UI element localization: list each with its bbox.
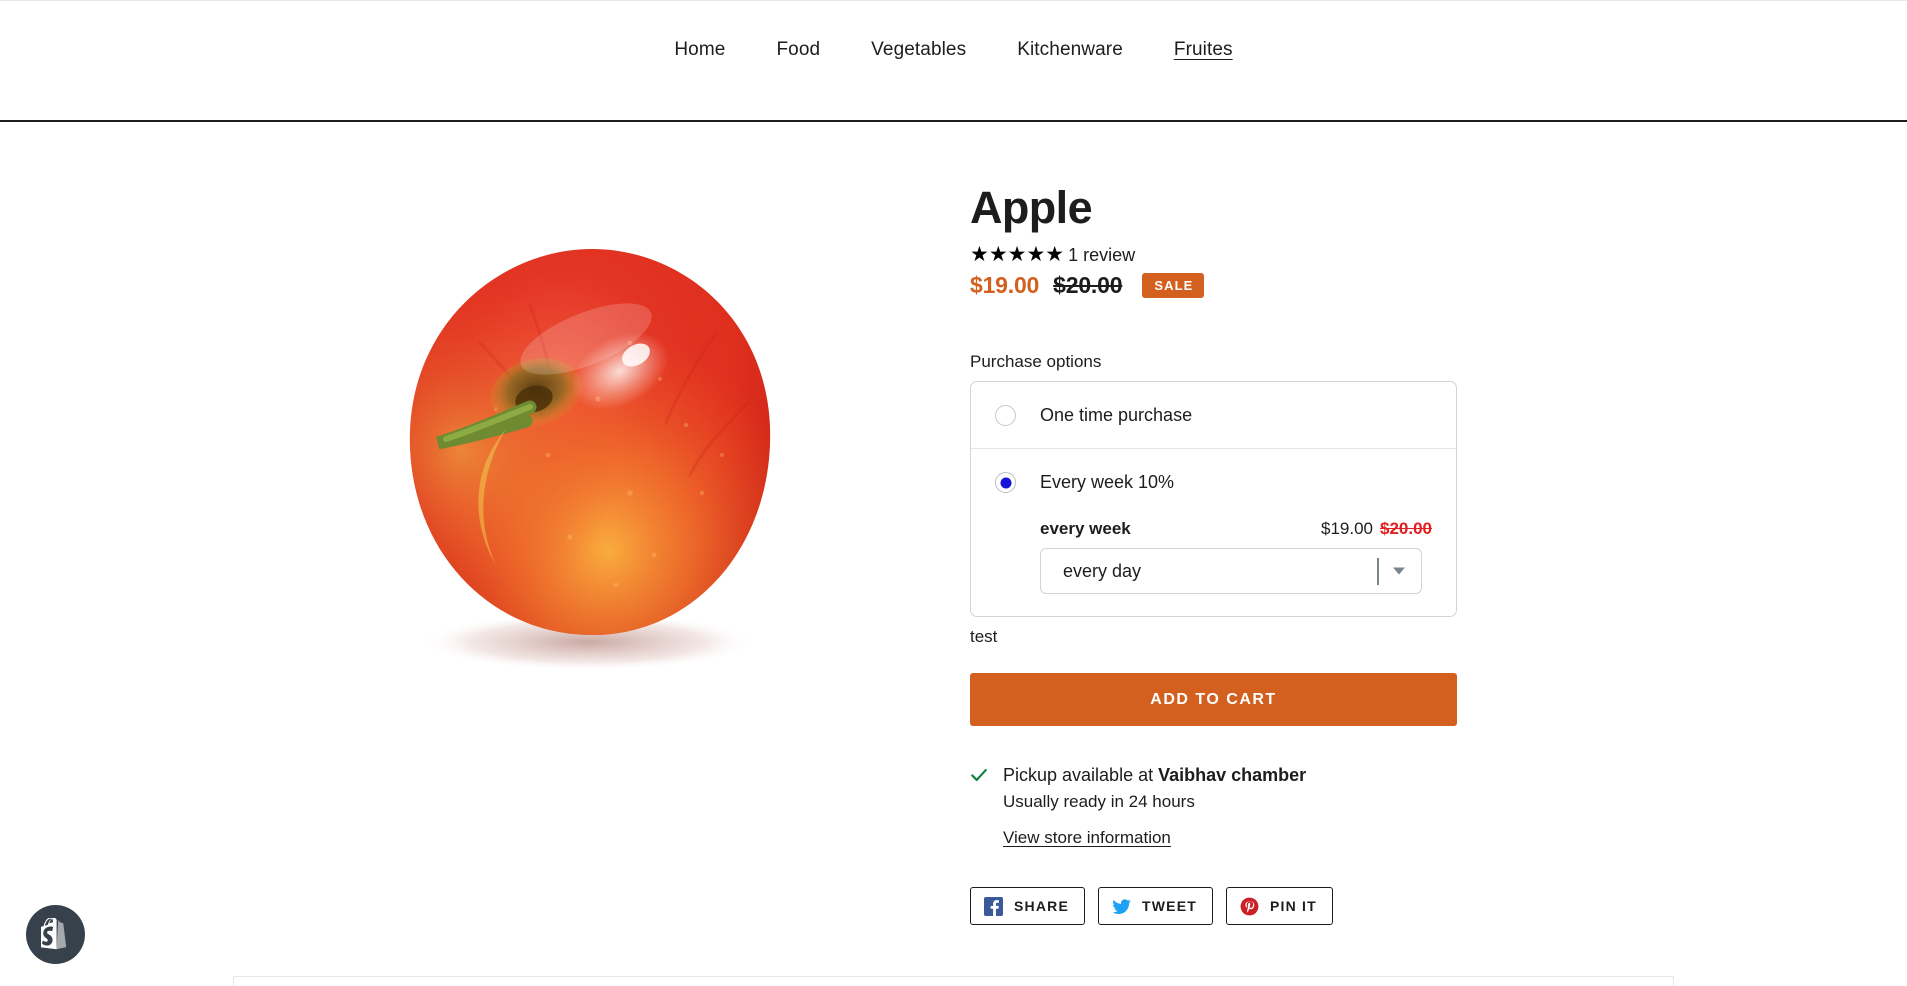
pickup-availability: Pickup available at Vaibhav chamber Usua… <box>970 764 1470 848</box>
star-rating-icon: ★★★★★ <box>970 243 1065 266</box>
share-pinterest-button[interactable]: PIN IT <box>1226 887 1333 925</box>
nav-item-food[interactable]: Food <box>776 39 820 61</box>
price-row: $19.00 $20.00 SALE <box>970 272 1470 299</box>
nav-item-vegetables[interactable]: Vegetables <box>871 39 966 61</box>
check-icon <box>971 768 987 782</box>
pickup-available-line: Pickup available at Vaibhav chamber <box>1003 764 1470 787</box>
option-one-time-label: One time purchase <box>1040 405 1193 425</box>
purchase-options-box: One time purchase Every week 10% every w… <box>970 381 1457 617</box>
review-count: 1 review <box>1068 245 1136 265</box>
option-one-time-purchase[interactable]: One time purchase <box>971 382 1456 449</box>
nav-item-fruites[interactable]: Fruites <box>1174 39 1233 61</box>
share-pinterest-label: PIN IT <box>1270 898 1317 914</box>
option-subscription[interactable]: Every week 10% every week $19.00 $20.00 <box>971 449 1456 616</box>
subscription-detail: every week $19.00 $20.00 every day <box>1040 519 1434 594</box>
option-subscription-body: Every week 10% every week $19.00 $20.00 <box>1040 471 1434 594</box>
pickup-ready-text: Usually ready in 24 hours <box>1003 792 1195 811</box>
share-facebook-label: SHARE <box>1014 898 1070 914</box>
sale-badge: SALE <box>1142 273 1205 298</box>
product-page: Home Food Vegetables Kitchenware Fruites <box>0 0 1907 986</box>
share-row: SHARE TWEET PIN IT <box>970 887 1470 925</box>
price-compare-at: $20.00 <box>1053 272 1123 298</box>
shopify-bag-icon <box>40 918 66 950</box>
text-cursor <box>1377 558 1379 585</box>
rating-row[interactable]: ★★★★★ 1 review <box>970 243 1470 267</box>
main-navigation: Home Food Vegetables Kitchenware Fruites <box>674 39 1232 61</box>
delivery-frequency-select[interactable]: every day <box>1040 548 1422 594</box>
product-note: test <box>970 627 998 646</box>
subscription-price: $19.00 <box>1321 519 1373 538</box>
twitter-icon <box>1112 898 1131 914</box>
product-title: Apple <box>970 182 1093 233</box>
chevron-down-icon <box>1393 567 1405 575</box>
facebook-icon <box>984 896 1003 916</box>
subscription-prices: $19.00 $20.00 <box>1321 519 1432 539</box>
share-facebook-button[interactable]: SHARE <box>970 887 1086 925</box>
product-image <box>330 193 850 713</box>
price-sale: $19.00 <box>970 272 1040 298</box>
share-twitter-label: TWEET <box>1142 898 1198 914</box>
pickup-available-prefix: Pickup available at <box>1003 765 1159 785</box>
purchase-options-label: Purchase options <box>970 352 1102 371</box>
nav-item-home[interactable]: Home <box>674 39 725 61</box>
add-to-cart-button[interactable]: ADD TO CART <box>970 673 1457 726</box>
shopify-chat-button[interactable] <box>26 905 85 964</box>
apple-photo-svg <box>409 249 771 671</box>
share-twitter-button[interactable]: TWEET <box>1098 887 1214 925</box>
pinterest-icon <box>1240 897 1259 915</box>
nav-item-kitchenware[interactable]: Kitchenware <box>1017 39 1123 61</box>
purchase-options: Purchase options One time purchase Every… <box>970 351 1470 617</box>
radio-one-time-purchase[interactable] <box>995 405 1016 426</box>
radio-subscription[interactable] <box>995 472 1016 493</box>
subscription-interval: every week <box>1040 519 1131 538</box>
product-main: Apple ★★★★★ 1 review $19.00 $20.00 SALE … <box>0 123 1907 986</box>
subscription-detail-head: every week $19.00 $20.00 <box>1040 519 1434 539</box>
option-subscription-label: Every week 10% <box>1040 472 1175 492</box>
bottom-section-panel <box>233 976 1674 986</box>
delivery-frequency-value: every day <box>1063 560 1142 581</box>
product-info: Apple ★★★★★ 1 review $19.00 $20.00 SALE … <box>970 183 1470 925</box>
pickup-store-name: Vaibhav chamber <box>1158 765 1307 785</box>
subscription-price-compare: $20.00 <box>1380 519 1432 538</box>
option-one-time-body: One time purchase <box>1040 404 1434 426</box>
site-header: Home Food Vegetables Kitchenware Fruites <box>0 1 1907 122</box>
view-store-information-link[interactable]: View store information <box>1003 828 1171 848</box>
